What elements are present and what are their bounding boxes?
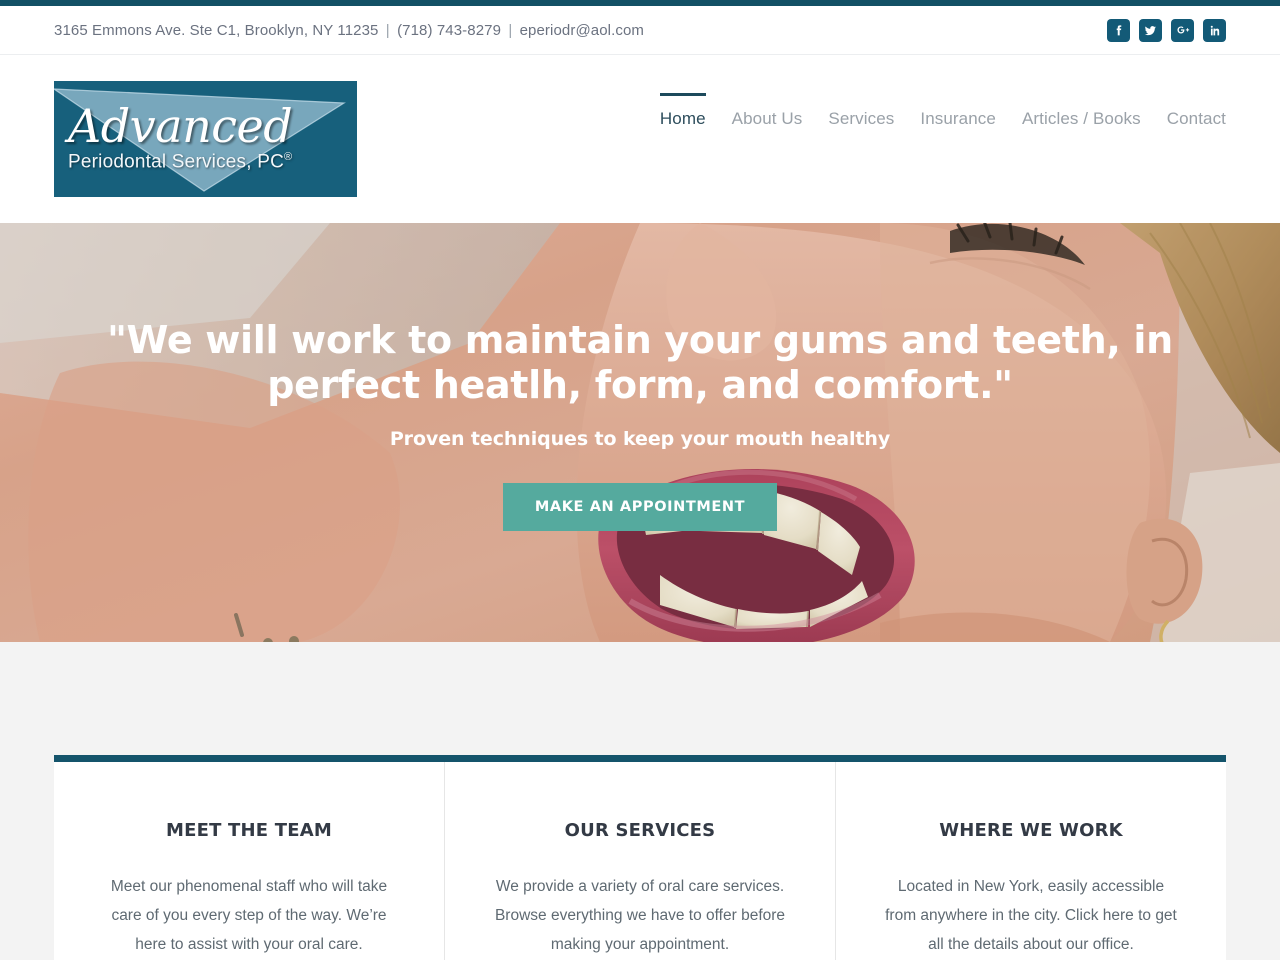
nav-item-about-us[interactable]: About Us — [732, 93, 803, 129]
main-navigation: Home About Us Services Insurance Article… — [659, 93, 1226, 129]
contact-address: 3165 Emmons Ave. Ste C1, Brooklyn, NY 11… — [54, 21, 379, 39]
nav-item-contact[interactable]: Contact — [1167, 93, 1226, 129]
feature-card-meet-the-team[interactable]: MEET THE TEAM Meet our phenomenal staff … — [54, 762, 444, 960]
contact-phone[interactable]: (718) 743-8279 — [397, 22, 501, 39]
feature-body: Located in New York, easily accessible f… — [885, 878, 1177, 953]
hero-subheadline: Proven techniques to keep your mouth hea… — [389, 427, 891, 450]
feature-body: We provide a variety of oral care servic… — [494, 878, 786, 953]
feature-body: Meet our phenomenal staff who will take … — [110, 878, 388, 953]
googleplus-icon[interactable] — [1171, 18, 1194, 42]
feature-title: MEET THE TEAM — [166, 820, 332, 841]
logo-secondary-label: Periodontal Services, PC — [68, 151, 285, 173]
features-section: MEET THE TEAM Meet our phenomenal staff … — [0, 642, 1280, 960]
feature-card-where-we-work[interactable]: WHERE WE WORK Located in New York, easil… — [835, 762, 1226, 960]
logo-primary-text: Advanced — [68, 99, 293, 154]
nav-item-insurance[interactable]: Insurance — [920, 93, 996, 129]
facebook-icon[interactable] — [1107, 18, 1130, 42]
hero-content: "We will work to maintain your gums and … — [0, 223, 1280, 642]
logo-secondary-text: Periodontal Services, PC® — [68, 151, 357, 173]
feature-title: OUR SERVICES — [564, 820, 716, 841]
twitter-icon[interactable] — [1139, 18, 1162, 42]
features-card-group: MEET THE TEAM Meet our phenomenal staff … — [54, 755, 1226, 960]
nav-item-home[interactable]: Home — [659, 93, 706, 129]
hero-banner: "We will work to maintain your gums and … — [0, 223, 1280, 642]
site-logo[interactable]: Advanced Periodontal Services, PC® — [54, 81, 357, 197]
feature-title: WHERE WE WORK — [939, 820, 1123, 841]
top-contact-bar: 3165 Emmons Ave. Ste C1, Brooklyn, NY 11… — [0, 6, 1280, 55]
feature-card-our-services[interactable]: OUR SERVICES We provide a variety of ora… — [444, 762, 835, 960]
contact-separator-2: | — [508, 21, 513, 39]
contact-email[interactable]: eperiodr@aol.com — [520, 22, 644, 39]
contact-separator-1: | — [385, 21, 390, 39]
site-header: Advanced Periodontal Services, PC® Home … — [0, 55, 1280, 223]
contact-info: 3165 Emmons Ave. Ste C1, Brooklyn, NY 11… — [54, 22, 644, 39]
hero-headline: "We will work to maintain your gums and … — [107, 318, 1173, 407]
nav-item-articles-books[interactable]: Articles / Books — [1022, 93, 1141, 129]
linkedin-icon[interactable] — [1203, 18, 1226, 42]
social-links — [1107, 18, 1226, 42]
logo-registered-mark: ® — [284, 151, 293, 164]
nav-item-services[interactable]: Services — [828, 93, 894, 129]
make-appointment-button[interactable]: MAKE AN APPOINTMENT — [502, 482, 778, 531]
